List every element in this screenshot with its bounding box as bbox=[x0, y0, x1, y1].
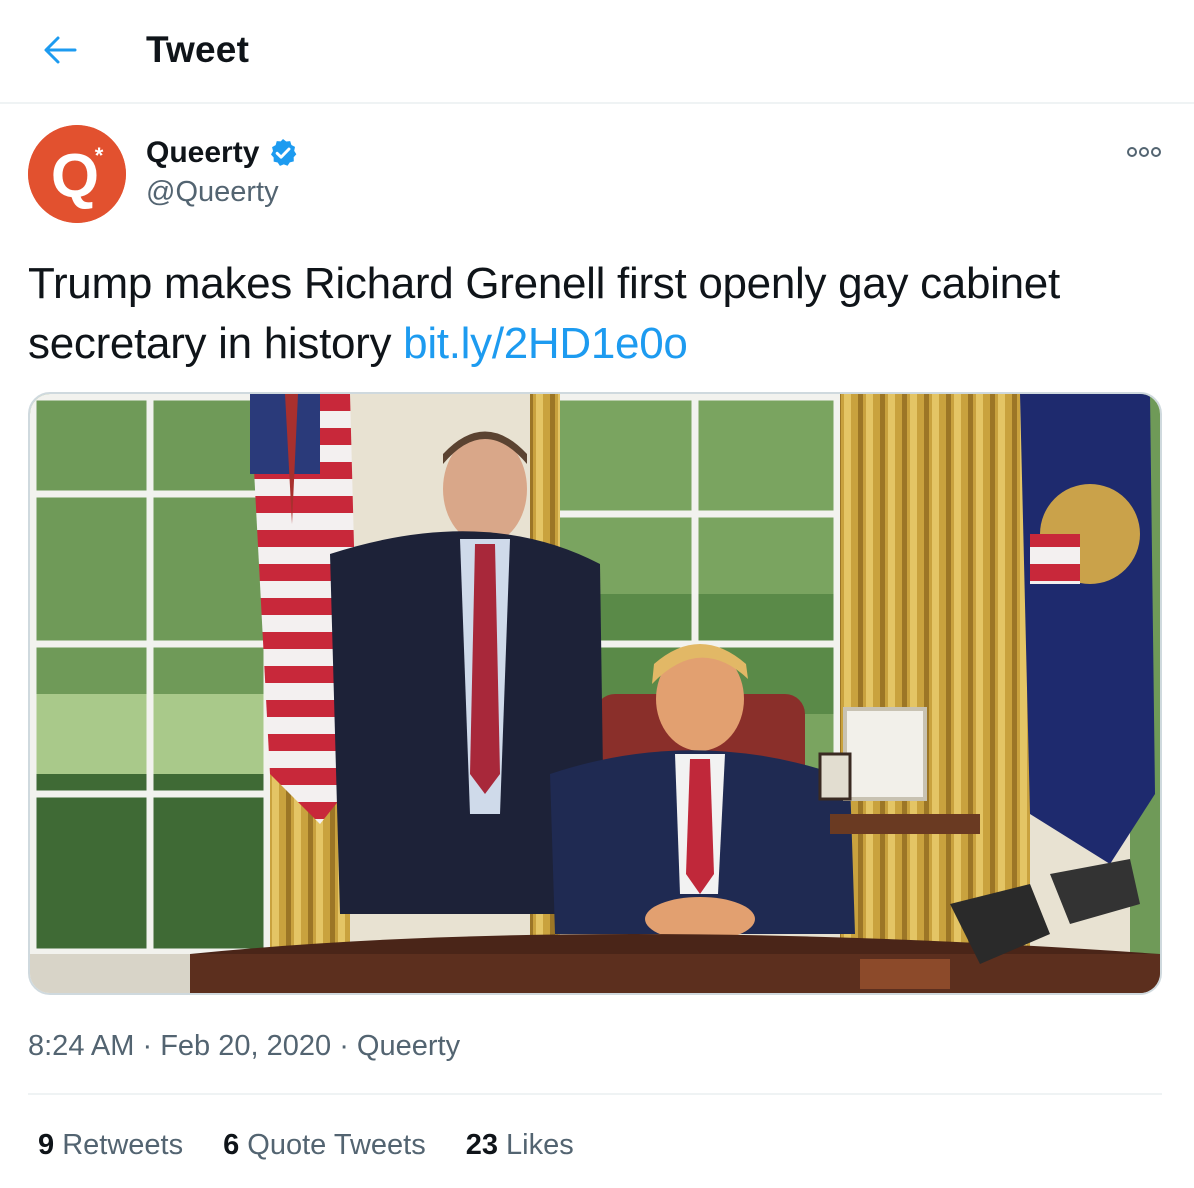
likes-label: Likes bbox=[506, 1129, 574, 1161]
tweet-photo[interactable] bbox=[28, 392, 1162, 995]
svg-text:Q: Q bbox=[51, 142, 99, 211]
tweet-link[interactable]: bit.ly/2HD1e0o bbox=[403, 319, 688, 368]
tweet-time[interactable]: 8:24 AM bbox=[28, 1030, 134, 1062]
separator: · bbox=[339, 1030, 349, 1062]
tweet-meta: 8:24 AM · Feb 20, 2020 · Queerty bbox=[28, 1027, 460, 1065]
header-bar: Tweet bbox=[0, 0, 1194, 104]
avatar[interactable]: Q * bbox=[28, 125, 126, 223]
tweet-stats: 9 Retweets 6 Quote Tweets 23 Likes bbox=[38, 1126, 574, 1164]
oval-office-photo bbox=[30, 394, 1160, 993]
quote-tweets-label: Quote Tweets bbox=[247, 1129, 426, 1161]
author-name-text: Queerty bbox=[146, 136, 260, 169]
retweets-count: 9 bbox=[38, 1129, 55, 1161]
page-title: Tweet bbox=[146, 29, 250, 70]
more-options-button[interactable] bbox=[1120, 136, 1168, 168]
divider bbox=[28, 1093, 1162, 1095]
retweets-stat[interactable]: 9 Retweets bbox=[38, 1126, 183, 1164]
more-dots-icon bbox=[1127, 147, 1161, 157]
quote-tweets-stat[interactable]: 6 Quote Tweets bbox=[223, 1126, 426, 1164]
tweet-text: Trump makes Richard Grenell first openly… bbox=[28, 254, 1148, 374]
retweets-label: Retweets bbox=[62, 1129, 184, 1161]
quote-tweets-count: 6 bbox=[223, 1129, 240, 1161]
tweet-date[interactable]: Feb 20, 2020 bbox=[160, 1030, 331, 1062]
back-button[interactable] bbox=[38, 30, 82, 70]
queerty-logo: Q * bbox=[28, 125, 126, 223]
svg-text:*: * bbox=[95, 143, 104, 168]
tweet-source[interactable]: Queerty bbox=[357, 1030, 460, 1062]
back-arrow-icon bbox=[44, 36, 77, 64]
author-handle[interactable]: @Queerty bbox=[146, 173, 279, 211]
author-name[interactable]: Queerty bbox=[146, 133, 299, 173]
separator: · bbox=[142, 1030, 153, 1062]
likes-count: 23 bbox=[465, 1129, 498, 1161]
verified-badge-icon bbox=[271, 139, 297, 166]
likes-stat[interactable]: 23 Likes bbox=[466, 1126, 574, 1164]
